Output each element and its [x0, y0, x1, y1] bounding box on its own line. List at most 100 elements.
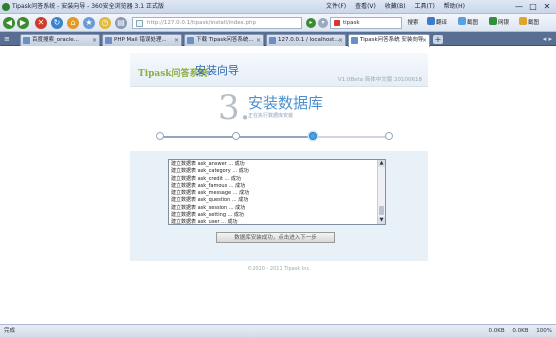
tab-scroll-icon[interactable]: ◂ ▸ [543, 35, 552, 43]
window-title-bar: Tipask问答系统 - 安装向导 - 360安全浏览器 3.1 正式版 文件(… [0, 0, 556, 14]
back-icon[interactable]: ◀ [3, 17, 15, 29]
menu-tools[interactable]: 工具(T) [415, 3, 435, 10]
zoom-level[interactable]: 100% [536, 328, 552, 334]
home-icon[interactable]: ⌂ [67, 17, 79, 29]
step-name: 安装数据库 [248, 94, 324, 112]
scroll-up-icon[interactable]: ▲ [378, 160, 385, 167]
address-bar[interactable]: http://127.0.0.1/tipask/install/index.ph… [132, 17, 302, 29]
maximize-button[interactable]: □ [526, 0, 540, 14]
install-panel: 建立数据表 ask_answer ... 成功 建立数据表 ask_categor… [130, 151, 428, 261]
log-lines: 建立数据表 ask_answer ... 成功 建立数据表 ask_categor… [171, 161, 371, 225]
step-number: 3. [218, 88, 251, 128]
scroll-down-icon[interactable]: ▼ [378, 217, 385, 224]
tab-label: 下载 Tipask问答系统... [196, 37, 254, 43]
step-subtitle: 正在执行数据库安装 [248, 113, 294, 119]
menu-file[interactable]: 文件(F) [326, 3, 346, 10]
minimize-button[interactable]: — [512, 0, 526, 14]
tab-close-icon[interactable]: × [256, 35, 261, 46]
progress-track [160, 136, 389, 138]
tab-download[interactable]: 下载 Tipask问答系统... × [184, 34, 264, 46]
screenshot-label: 截图 [467, 20, 479, 26]
tab-phpmail[interactable]: PHP Mail 错误处理... × [102, 34, 182, 46]
window-title: Tipask问答系统 - 安装向导 - 360安全浏览器 3.1 正式版 [12, 3, 165, 10]
tab-favicon-icon [351, 37, 358, 44]
tab-strip: ≡ 百度搜索_oracle... × PHP Mail 错误处理... × 下载 T… [0, 32, 556, 47]
status-text: 完成 [4, 328, 16, 334]
favorites-icon[interactable]: ★ [83, 17, 95, 29]
tab-favicon-icon [187, 37, 194, 44]
upload-speed: 0.0KB [512, 328, 529, 334]
step-dot [156, 132, 164, 140]
download-speed: 0.0KB [488, 328, 505, 334]
page-footer: ©2010 - 2011 Tipask Inc. [247, 266, 311, 272]
log-line: 建立数据表 ask_session ... 成功 [171, 204, 246, 211]
page-favicon-icon [136, 20, 143, 27]
translate-button[interactable]: 翻译 [427, 17, 447, 29]
step-dot [385, 132, 393, 140]
screenshot-button[interactable]: 截图 [458, 17, 478, 29]
new-tab-button[interactable]: + [433, 35, 443, 44]
refresh-icon[interactable]: ↻ [51, 17, 63, 29]
search-button[interactable]: 搜索 [404, 17, 422, 29]
status-right: 0.0KB 0.0KB 100% [482, 325, 552, 337]
tab-localhost[interactable]: 127.0.0.1 / localhost... × [266, 34, 346, 46]
page-icon[interactable]: ▤ [115, 17, 127, 29]
bank-icon [489, 17, 497, 25]
capture-icon [519, 17, 527, 25]
bank-label: 网银 [498, 20, 510, 26]
close-window-button[interactable]: ✕ [540, 0, 554, 14]
wizard-title: 安装向导 [195, 64, 239, 77]
log-line: 建立数据表 ask_category ... 成功 [171, 168, 249, 175]
tab-label: 百度搜索_oracle... [32, 37, 79, 43]
tab-close-icon[interactable]: × [92, 35, 97, 46]
tab-favicon-icon [105, 37, 112, 44]
stop-icon[interactable]: ✕ [35, 17, 47, 29]
log-scrollbar[interactable]: ▲ ▼ [377, 160, 385, 224]
log-line: 建立数据表 ask_credit ... 成功 [171, 175, 241, 182]
translate-icon [427, 17, 435, 25]
search-input[interactable]: tipask [330, 17, 402, 29]
step-progress [150, 132, 404, 140]
tab-baidu[interactable]: 百度搜索_oracle... × [20, 34, 100, 46]
search-value: tipask [343, 20, 360, 26]
capture-button[interactable]: 截图 [519, 17, 539, 29]
go-icon[interactable]: ▸ [306, 18, 316, 28]
tab-label: Tipask问答系统 安装向导 [360, 37, 424, 43]
installer-header: Tipask问答系统 安装向导 V1.0Beta 简体中文版 20100618 [130, 53, 428, 87]
browser-logo-icon [2, 3, 10, 11]
tab-close-icon[interactable]: × [174, 35, 179, 46]
step-heading: 3. 安装数据库 正在执行数据库安装 [130, 88, 428, 150]
window-controls: — □ ✕ [512, 0, 554, 14]
menu-view[interactable]: 查看(V) [355, 3, 376, 10]
screenshot-icon [458, 17, 466, 25]
menu-bar: 文件(F) 查看(V) 收藏(B) 工具(T) 帮助(H) [326, 0, 472, 14]
version-label: V1.0Beta 简体中文版 20100618 [337, 77, 422, 83]
step-dot [232, 132, 241, 140]
search-engine-icon [334, 20, 340, 26]
tab-label: PHP Mail 错误处理... [114, 37, 167, 43]
translate-label: 翻译 [436, 20, 448, 26]
tab-label: 127.0.0.1 / localhost... [278, 37, 340, 43]
tab-favicon-icon [269, 37, 276, 44]
step-dot [308, 132, 317, 140]
scroll-thumb[interactable] [379, 206, 384, 215]
navigation-toolbar: ◀ ▶ ✕ ↻ ⌂ ★ ◷ ▤ http://127.0.0.1/tipask/… [0, 14, 556, 32]
history-icon[interactable]: ◷ [99, 17, 111, 29]
install-log[interactable]: 建立数据表 ask_answer ... 成功 建立数据表 ask_categor… [168, 159, 386, 225]
tab-installer[interactable]: Tipask问答系统 安装向导 × [348, 34, 430, 47]
capture-label: 截图 [528, 20, 540, 26]
tab-close-icon[interactable]: × [422, 35, 427, 46]
bank-button[interactable]: 网银 [489, 17, 509, 29]
next-step-button[interactable]: 数据库安装成功，点击进入下一步 [216, 232, 335, 243]
tab-favicon-icon [23, 37, 30, 44]
tab-close-icon[interactable]: × [338, 35, 343, 46]
page-content: Tipask问答系统 安装向导 V1.0Beta 简体中文版 20100618 … [0, 47, 556, 324]
status-bar: 完成 0.0KB 0.0KB 100% [0, 324, 556, 337]
menu-help[interactable]: 帮助(H) [444, 3, 465, 10]
forward-icon[interactable]: ▶ [17, 17, 29, 29]
tab-menu-icon[interactable]: ≡ [4, 35, 14, 44]
menu-favorites[interactable]: 收藏(B) [385, 3, 406, 10]
log-line: 建立数据表 ask_question ... 成功 [171, 197, 249, 204]
address-dropdown-icon[interactable]: ▾ [318, 18, 328, 28]
log-line: 建立数据表 ask_user ... 成功 [171, 219, 238, 225]
